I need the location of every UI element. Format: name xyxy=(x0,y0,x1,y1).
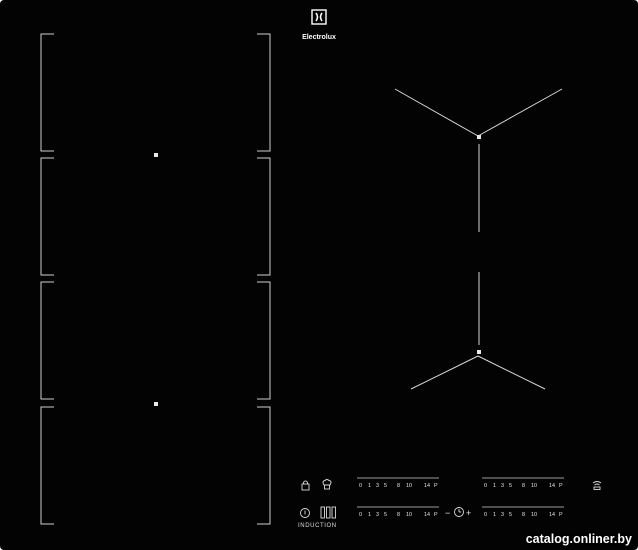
power-level-0[interactable]: 0 xyxy=(484,512,487,518)
power-scale-top-right[interactable]: 0 1 3 5 8 10 14 P xyxy=(482,477,564,489)
zone-center-dot-right-top xyxy=(477,135,481,139)
power-icon[interactable] xyxy=(300,508,310,518)
power-level-0[interactable]: 0 xyxy=(484,483,487,489)
bridge-icon[interactable] xyxy=(320,506,336,519)
power-level-3[interactable]: 3 xyxy=(501,483,504,489)
power-level-8[interactable]: 8 xyxy=(522,512,525,518)
brand: Electrolux xyxy=(302,9,336,41)
cooking-zone-right-bottom[interactable] xyxy=(410,272,546,390)
left-cooking-zones xyxy=(40,33,271,525)
timer-minus-button[interactable]: − xyxy=(445,508,450,518)
power-level-0[interactable]: 0 xyxy=(359,512,362,518)
timer-control: − + xyxy=(445,507,471,518)
power-level-p[interactable]: P xyxy=(559,512,563,518)
electrolux-logo-icon xyxy=(311,9,327,25)
power-level-10[interactable]: 10 xyxy=(531,512,537,518)
power-level-1[interactable]: 1 xyxy=(493,512,496,518)
power-level-14[interactable]: 14 xyxy=(424,512,430,518)
power-level-3[interactable]: 3 xyxy=(376,512,379,518)
power-level-14[interactable]: 14 xyxy=(549,483,555,489)
power-level-8[interactable]: 8 xyxy=(522,483,525,489)
power-level-1[interactable]: 1 xyxy=(368,512,371,518)
cooktop-glass: Electrolux INDUCTION 0 1 3 5 8 10 14 P 0… xyxy=(0,0,638,550)
power-scale-bottom-right[interactable]: 0 1 3 5 8 10 14 P xyxy=(482,506,564,518)
power-level-1[interactable]: 1 xyxy=(368,483,371,489)
cooking-zone-left-1[interactable] xyxy=(40,33,271,152)
cooking-zone-right-top[interactable] xyxy=(394,88,563,232)
power-level-0[interactable]: 0 xyxy=(359,483,362,489)
hob2hood-icon[interactable] xyxy=(592,481,602,490)
power-level-8[interactable]: 8 xyxy=(397,512,400,518)
lock-icon[interactable] xyxy=(301,480,310,491)
power-level-5[interactable]: 5 xyxy=(384,512,387,518)
power-level-p[interactable]: P xyxy=(434,512,438,518)
power-level-5[interactable]: 5 xyxy=(509,512,512,518)
timer-plus-button[interactable]: + xyxy=(466,508,471,518)
power-level-5[interactable]: 5 xyxy=(509,483,512,489)
cooking-zone-left-2[interactable] xyxy=(40,157,271,276)
timer-icon[interactable] xyxy=(454,507,464,517)
power-level-8[interactable]: 8 xyxy=(397,483,400,489)
power-level-5[interactable]: 5 xyxy=(384,483,387,489)
power-scale-bottom-left[interactable]: 0 1 3 5 8 10 14 P xyxy=(357,506,439,518)
chef-hat-icon[interactable] xyxy=(322,479,332,490)
right-cooking-zones xyxy=(394,88,563,390)
power-level-10[interactable]: 10 xyxy=(531,483,537,489)
watermark: catalog.onliner.by xyxy=(525,532,632,546)
cooking-zone-left-4[interactable] xyxy=(40,406,271,525)
brand-name: Electrolux xyxy=(302,34,336,41)
power-scale-top-left[interactable]: 0 1 3 5 8 10 14 P xyxy=(357,477,439,489)
power-level-3[interactable]: 3 xyxy=(501,512,504,518)
power-level-p[interactable]: P xyxy=(434,483,438,489)
zone-center-dot-lower xyxy=(154,402,158,406)
power-level-1[interactable]: 1 xyxy=(493,483,496,489)
zone-center-dot-right-bottom xyxy=(477,350,481,354)
cooking-zone-left-3[interactable] xyxy=(40,281,271,400)
induction-label: INDUCTION xyxy=(298,523,337,529)
power-level-10[interactable]: 10 xyxy=(406,512,412,518)
power-level-14[interactable]: 14 xyxy=(424,483,430,489)
zone-center-dot-upper xyxy=(154,153,158,157)
power-level-10[interactable]: 10 xyxy=(406,483,412,489)
power-level-3[interactable]: 3 xyxy=(376,483,379,489)
power-level-14[interactable]: 14 xyxy=(549,512,555,518)
power-level-p[interactable]: P xyxy=(559,483,563,489)
